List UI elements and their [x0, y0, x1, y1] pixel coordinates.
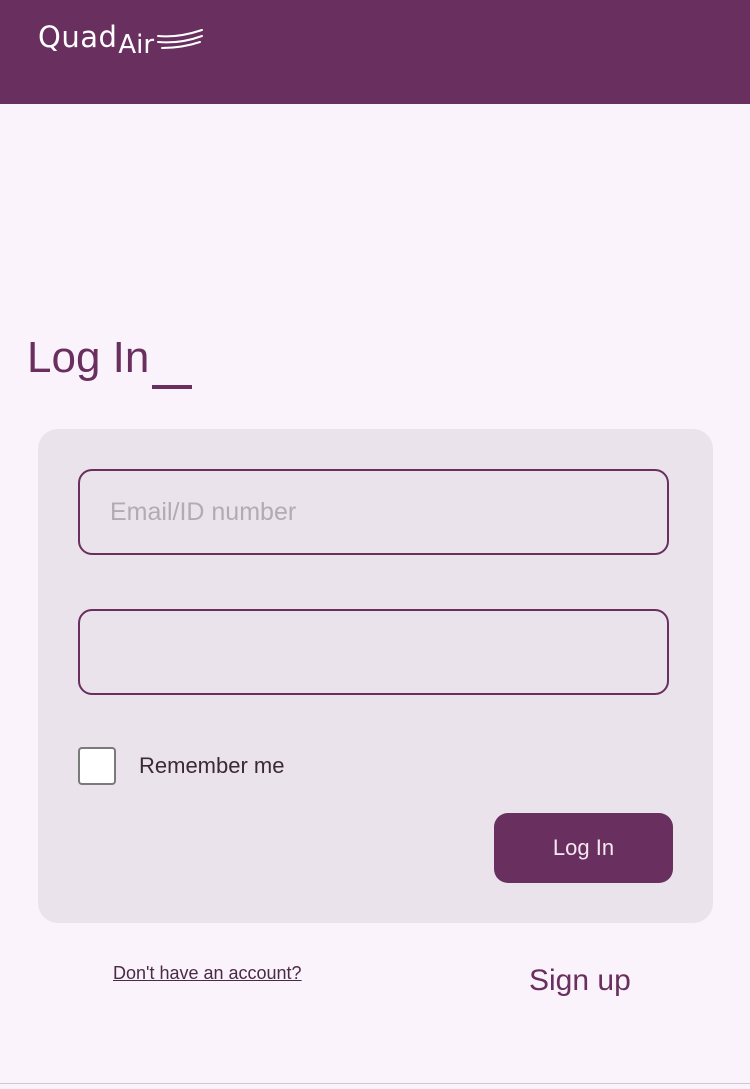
title-underline — [152, 385, 192, 389]
wind-swoosh-icon — [157, 29, 204, 49]
page-title: Log In — [27, 333, 150, 382]
logo-text-air: Air — [118, 30, 155, 60]
remember-me-row: Remember me — [78, 747, 284, 785]
password-input[interactable] — [78, 609, 669, 695]
bottom-divider — [0, 1083, 750, 1084]
remember-me-label: Remember me — [139, 753, 285, 778]
quadair-logo[interactable]: Quad Air — [38, 16, 204, 58]
login-card: Remember me Log In — [38, 429, 713, 923]
logo-text-quad: Quad — [38, 20, 118, 54]
remember-me-checkbox[interactable] — [78, 747, 116, 785]
sign-up-link[interactable]: Sign up — [529, 964, 631, 998]
app-header: Quad Air — [0, 0, 750, 104]
login-button[interactable]: Log In — [494, 813, 673, 883]
no-account-link[interactable]: Don't have an account? — [113, 963, 302, 984]
email-id-input[interactable] — [78, 469, 669, 555]
